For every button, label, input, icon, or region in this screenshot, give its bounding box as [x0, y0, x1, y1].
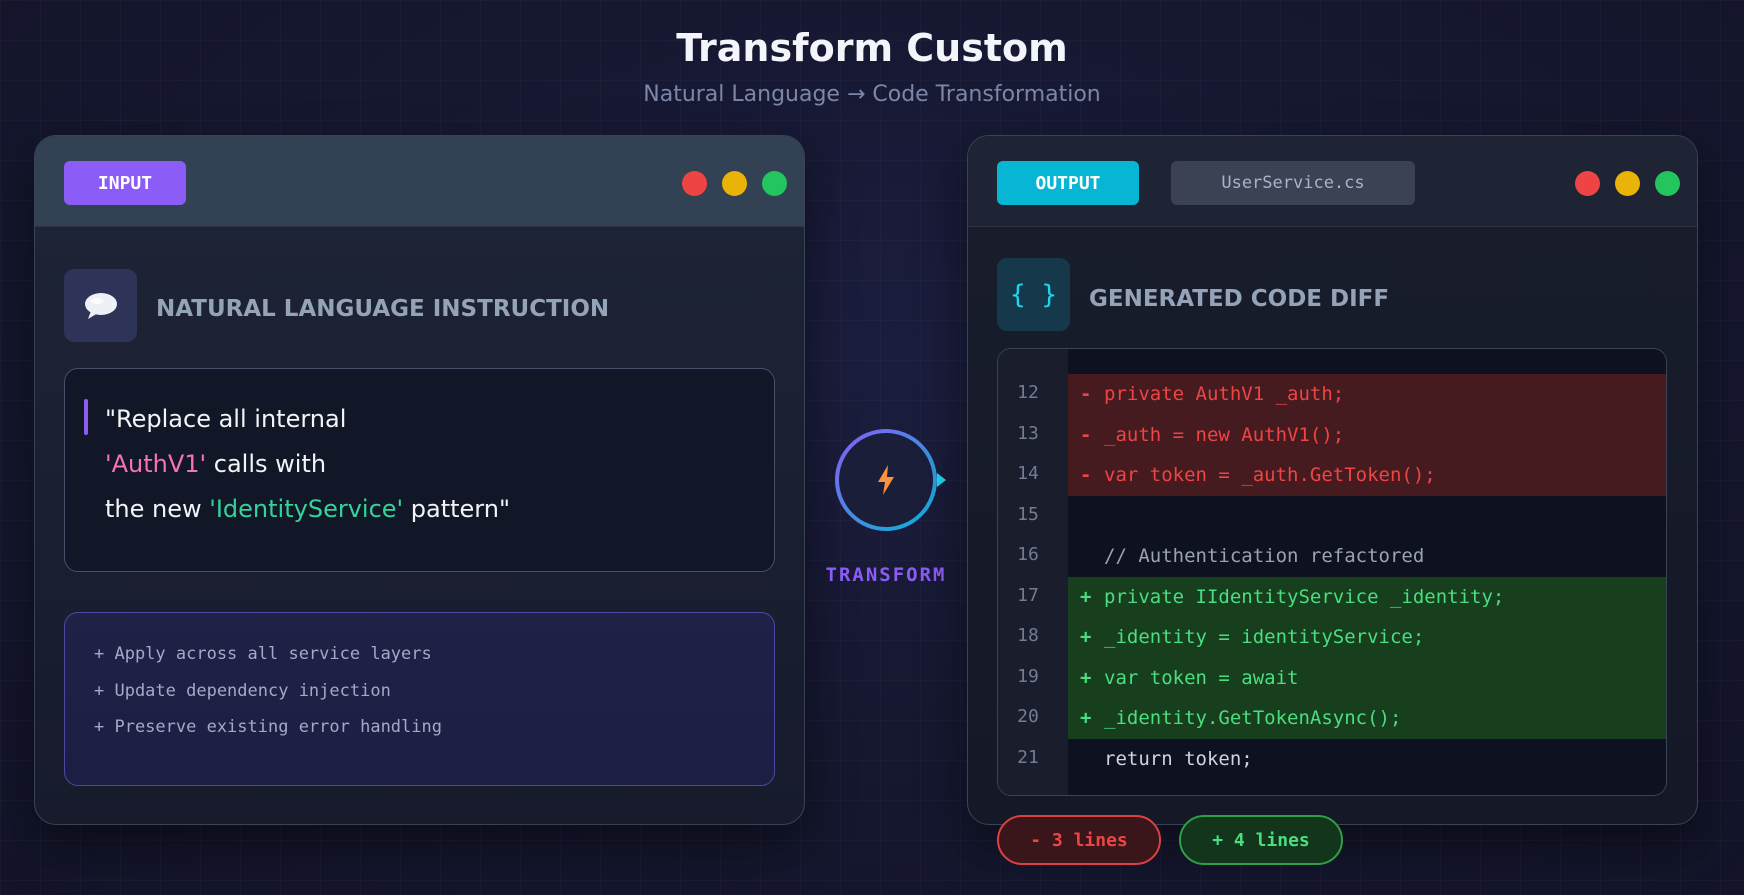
line-number: 17	[1017, 584, 1039, 606]
code-text: private IIdentityService _identity;	[1104, 585, 1505, 608]
file-tab[interactable]: UserService.cs	[1171, 161, 1415, 205]
diff-marker: +	[1080, 666, 1092, 689]
instruction-line-1: "Replace all internal	[105, 405, 347, 433]
instruction-highlight-identityservice: 'IdentityService'	[209, 495, 404, 523]
diff-marker: -	[1080, 383, 1092, 405]
transform-inner	[839, 433, 933, 527]
page-title: Transform Custom	[676, 26, 1068, 70]
code-diff: 12- private AuthV1 _auth; 13- _auth = new A…	[997, 348, 1667, 796]
transform-label: TRANSFORM	[825, 564, 947, 586]
code-text: _auth = new AuthV1();	[1104, 423, 1345, 446]
line-number: 21	[1017, 746, 1039, 768]
input-section-label: NATURAL LANGUAGE INSTRUCTION	[156, 296, 610, 322]
output-panel: OUTPUT UserService.cs { } GENERATED CODE…	[967, 135, 1698, 825]
code-text: var token = await	[1104, 666, 1299, 689]
line-number: 12	[1017, 382, 1039, 403]
instruction-line-3-end: pattern"	[403, 495, 510, 523]
arrow-right-icon	[937, 473, 946, 487]
diff-marker: -	[1080, 423, 1092, 446]
line-number: 20	[1017, 706, 1039, 727]
minimize-dot-icon[interactable]	[722, 171, 747, 196]
code-text: var token = _auth.GetToken();	[1104, 464, 1436, 486]
line-number: 14	[1017, 463, 1039, 484]
maximize-dot-icon[interactable]	[762, 171, 787, 196]
output-panel-header: OUTPUT UserService.cs	[968, 136, 1697, 227]
input-panel-header: INPUT	[35, 136, 804, 227]
diff-marker: -	[1080, 464, 1092, 486]
diff-line: 16 // Authentication refactored	[1017, 536, 1666, 577]
instruction-box: "Replace all internal 'AuthV1' calls wit…	[64, 368, 775, 572]
diff-line: 20 + _identity.GetTokenAsync();	[1017, 698, 1666, 739]
window-controls	[682, 171, 787, 196]
page-subtitle: Natural Language → Code Transformation	[643, 82, 1101, 107]
code-braces-icon: { }	[997, 258, 1070, 331]
code-text: private AuthV1 _auth;	[1104, 383, 1345, 405]
line-number: 16	[1017, 544, 1039, 565]
instruction-line-2: calls with	[206, 450, 327, 478]
diff-marker: +	[1080, 626, 1092, 648]
chat-bubble-icon	[64, 269, 137, 342]
line-number: 19	[1017, 665, 1039, 687]
instruction-accent-bar	[84, 399, 88, 435]
removed-lines-badge: - 3 lines	[997, 815, 1161, 865]
line-number-gutter	[998, 349, 1068, 795]
line-number: 18	[1017, 625, 1039, 646]
maximize-dot-icon[interactable]	[1655, 171, 1680, 196]
added-lines-badge: + 4 lines	[1179, 815, 1343, 865]
diff-marker: +	[1080, 585, 1092, 608]
line-number: 13	[1017, 422, 1039, 444]
diff-marker: +	[1080, 707, 1092, 729]
input-panel: INPUT NATURAL LANGUAGE INSTRUCTION "Repl…	[34, 135, 805, 825]
output-section-label: GENERATED CODE DIFF	[1089, 286, 1390, 312]
code-text: _identity.GetTokenAsync();	[1104, 707, 1402, 729]
input-tag: INPUT	[64, 161, 186, 205]
line-number: 15	[1017, 503, 1039, 525]
lightning-icon	[878, 465, 894, 495]
diff-line: 14 - var token = _auth.GetToken();	[1017, 455, 1666, 496]
notes-box: + Apply across all service layers + Upda…	[64, 612, 775, 786]
diff-line: 19 + var token = await	[1017, 657, 1666, 698]
diff-line: 21 return token;	[1017, 739, 1666, 780]
close-dot-icon[interactable]	[1575, 171, 1600, 196]
instruction-text: "Replace all internal 'AuthV1' calls wit…	[105, 397, 510, 532]
instruction-line-3-start: the new	[105, 495, 210, 523]
code-braces-glyph: { }	[1010, 279, 1057, 310]
diff-line: 13 - _auth = new AuthV1();	[1017, 414, 1666, 455]
output-tag: OUTPUT	[997, 161, 1139, 205]
close-dot-icon[interactable]	[682, 171, 707, 196]
transform-button[interactable]	[835, 429, 937, 531]
diff-line: 12 - private AuthV1 _auth;	[1017, 374, 1666, 415]
note-item: + Update dependency injection	[94, 680, 391, 701]
note-item: + Apply across all service layers	[94, 644, 432, 664]
diff-line: 15	[1017, 496, 1666, 537]
code-text: // Authentication refactored	[1104, 545, 1425, 567]
code-text: _identity = identityService;	[1104, 626, 1425, 648]
note-item: + Preserve existing error handling	[94, 717, 442, 737]
instruction-highlight-authv1: 'AuthV1'	[105, 450, 207, 478]
diff-line: 17 + private IIdentityService _identity;	[1017, 576, 1666, 617]
diff-line: 18 + _identity = identityService;	[1017, 617, 1666, 658]
code-text: return token;	[1104, 747, 1253, 770]
window-controls	[1575, 171, 1680, 196]
minimize-dot-icon[interactable]	[1615, 171, 1640, 196]
